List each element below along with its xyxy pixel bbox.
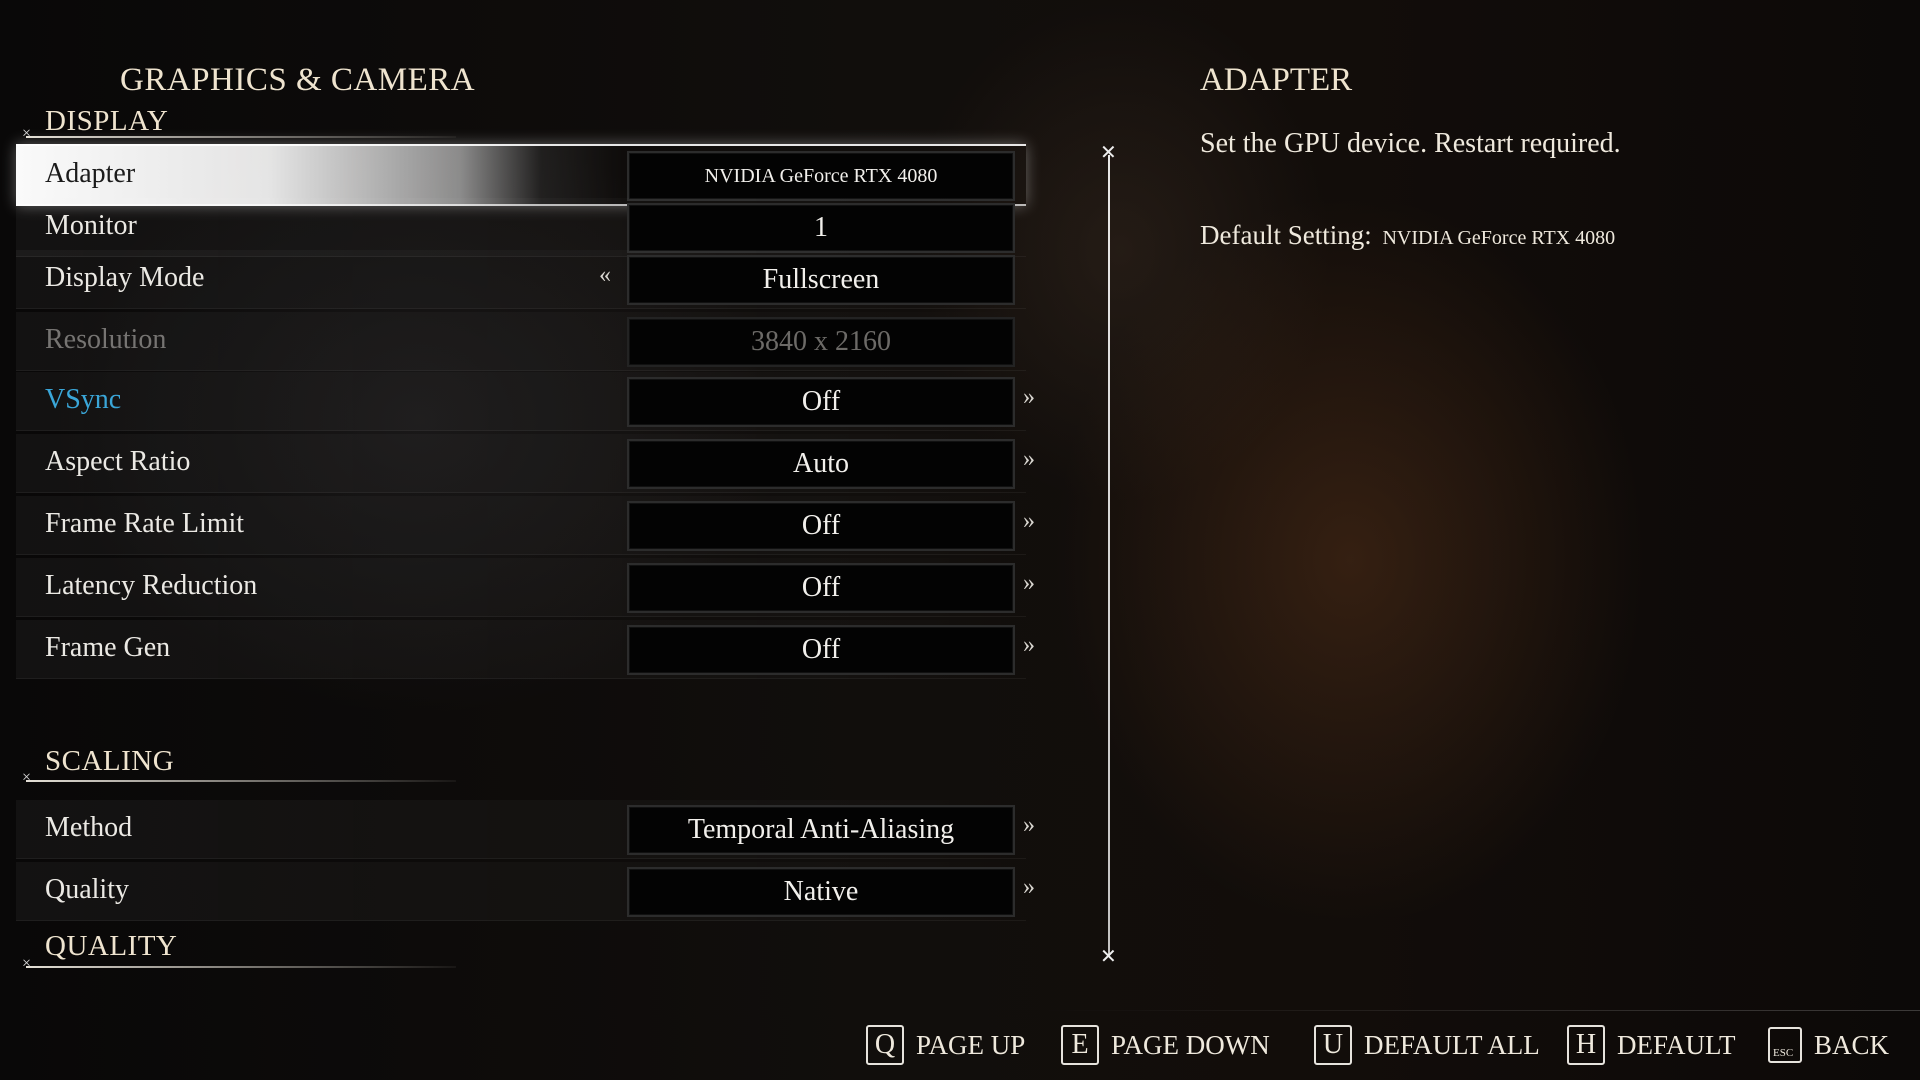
setting-row-monitor[interactable]: Monitor 1: [16, 198, 1026, 257]
key-u-icon: U: [1314, 1025, 1352, 1065]
info-default-value: NVIDIA GeForce RTX 4080: [1382, 227, 1616, 249]
key-e-icon: E: [1061, 1025, 1099, 1065]
default-button[interactable]: H DEFAULT: [1567, 1025, 1736, 1065]
info-title: ADAPTER: [1200, 62, 1353, 98]
setting-value-quality[interactable]: Native: [627, 867, 1015, 917]
page-down-label: PAGE DOWN: [1111, 1029, 1270, 1060]
setting-row-aspect-ratio[interactable]: Aspect Ratio Auto »: [16, 434, 1035, 493]
page-title: GRAPHICS & CAMERA: [120, 62, 476, 98]
chevron-double-right-icon[interactable]: »: [1023, 508, 1035, 535]
setting-value-method[interactable]: Temporal Anti-Aliasing: [627, 805, 1015, 855]
settings-screen: GRAPHICS & CAMERA DISPLAY Adapter NVIDIA…: [0, 0, 1920, 1080]
setting-value-resolution: 3840 x 2160: [627, 317, 1015, 367]
setting-row-adapter[interactable]: Adapter NVIDIA GeForce RTX 4080: [16, 144, 1026, 206]
default-label: DEFAULT: [1617, 1029, 1736, 1060]
setting-label-resolution: Resolution: [45, 324, 167, 355]
setting-label-aspect-ratio: Aspect Ratio: [45, 446, 191, 477]
section-header-display: DISPLAY: [45, 105, 169, 137]
setting-label-frame-rate-limit: Frame Rate Limit: [45, 508, 245, 539]
page-up-button[interactable]: Q PAGE UP: [866, 1025, 1025, 1065]
setting-label-monitor: Monitor: [45, 210, 137, 241]
default-all-label: DEFAULT ALL: [1364, 1029, 1540, 1060]
setting-row-frame-gen[interactable]: Frame Gen Off »: [16, 620, 1035, 679]
setting-label-latency-reduction: Latency Reduction: [45, 570, 258, 601]
scroll-track[interactable]: [1108, 155, 1110, 955]
setting-row-display-mode[interactable]: Display Mode « Fullscreen: [16, 250, 1026, 309]
back-button[interactable]: ESC BACK: [1768, 1025, 1889, 1065]
setting-value-aspect-ratio[interactable]: Auto: [627, 439, 1015, 489]
setting-value-frame-rate-limit[interactable]: Off: [627, 501, 1015, 551]
key-esc-icon: ESC: [1768, 1027, 1802, 1063]
key-q-icon: Q: [866, 1025, 904, 1065]
section-rule-display: [22, 125, 456, 143]
section-header-scaling: SCALING: [45, 745, 175, 777]
setting-label-adapter: Adapter: [45, 158, 136, 189]
section-rule-scaling: [22, 769, 456, 787]
chevron-double-right-icon[interactable]: »: [1023, 384, 1035, 411]
chevron-double-right-icon[interactable]: »: [1023, 570, 1035, 597]
page-down-button[interactable]: E PAGE DOWN: [1061, 1025, 1270, 1065]
section-header-quality: QUALITY: [45, 930, 178, 962]
setting-value-frame-gen[interactable]: Off: [627, 625, 1015, 675]
setting-label-display-mode: Display Mode: [45, 262, 205, 293]
info-default-setting: Default Setting: NVIDIA GeForce RTX 4080: [1200, 220, 1615, 251]
chevron-double-right-icon[interactable]: »: [1023, 812, 1035, 839]
setting-row-method[interactable]: Method Temporal Anti-Aliasing »: [16, 800, 1035, 859]
setting-label-vsync: VSync: [45, 384, 122, 415]
scroll-bottom-ornament-icon: ✕: [1100, 946, 1117, 968]
chevron-double-right-icon[interactable]: »: [1023, 632, 1035, 659]
setting-row-vsync[interactable]: VSync Off »: [16, 372, 1035, 431]
setting-row-latency-reduction[interactable]: Latency Reduction Off »: [16, 558, 1035, 617]
chevron-double-right-icon[interactable]: »: [1023, 874, 1035, 901]
setting-value-monitor[interactable]: 1: [627, 203, 1015, 253]
footer-rule: [1040, 1010, 1920, 1011]
setting-value-adapter[interactable]: NVIDIA GeForce RTX 4080: [627, 151, 1015, 201]
info-default-label: Default Setting:: [1200, 220, 1372, 250]
chevron-double-left-icon[interactable]: «: [599, 262, 611, 289]
setting-label-method: Method: [45, 812, 133, 843]
setting-value-latency-reduction[interactable]: Off: [627, 563, 1015, 613]
setting-row-resolution: Resolution 3840 x 2160: [16, 312, 1026, 371]
setting-value-vsync[interactable]: Off: [627, 377, 1015, 427]
setting-label-frame-gen: Frame Gen: [45, 632, 171, 663]
setting-row-frame-rate-limit[interactable]: Frame Rate Limit Off »: [16, 496, 1035, 555]
back-label: BACK: [1814, 1029, 1890, 1060]
default-all-button[interactable]: U DEFAULT ALL: [1314, 1025, 1540, 1065]
setting-value-display-mode[interactable]: Fullscreen: [627, 255, 1015, 305]
page-up-label: PAGE UP: [916, 1029, 1026, 1060]
setting-label-quality: Quality: [45, 874, 129, 905]
info-description: Set the GPU device. Restart required.: [1200, 128, 1621, 159]
setting-row-quality[interactable]: Quality Native »: [16, 862, 1035, 921]
key-h-icon: H: [1567, 1025, 1605, 1065]
chevron-double-right-icon[interactable]: »: [1023, 446, 1035, 473]
section-rule-quality: [22, 955, 456, 973]
